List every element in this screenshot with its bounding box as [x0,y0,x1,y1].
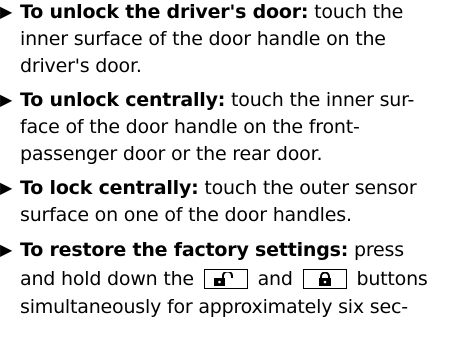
bullet-arrow-icon: ▶ [0,90,13,109]
instruction-lead: To unlock centrally: [20,89,226,111]
instruction-text: passenger door or the rear door. [20,143,323,165]
instruction-text: simultaneously for approximately six sec… [20,296,408,318]
instruction-text: and hold down the [20,268,194,290]
instruction-text: touch the inner sur- [225,89,415,111]
instruction-text: driver's door. [20,55,142,77]
instruction-text: and [257,268,293,290]
instruction-text: face of the door handle on the front- [20,116,360,138]
lock-icon [318,272,331,286]
instruction-list: ▶ To unlock the driver's door: touch the… [0,0,470,349]
instruction-lead: To lock centrally: [20,177,199,199]
instruction-text: press [348,239,404,261]
instruction-lead: To restore the factory settings: [20,239,349,261]
bullet-arrow-icon: ▶ [0,178,13,197]
instruction-lead: To unlock the driver's door: [20,1,309,23]
bullet-arrow-icon: ▶ [0,2,13,21]
lock-button-symbol [302,269,347,289]
instruction-text: surface on one of the door handles. [20,204,352,226]
bullet-arrow-icon: ▶ [0,240,13,259]
instruction-text: inner surface of the door handle on the [20,28,386,50]
instruction-text: touch the outer sensor [198,177,417,199]
unlock-button-symbol [203,269,248,289]
unlock-icon [213,272,233,286]
instruction-text: touch the [308,1,404,23]
instruction-text: buttons [356,268,428,290]
